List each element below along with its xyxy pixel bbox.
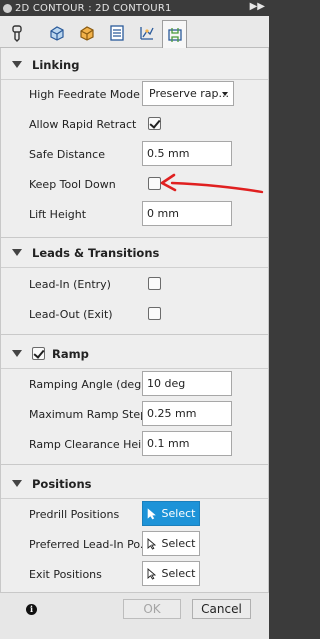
tab-geometry[interactable] [44, 20, 69, 45]
cancel-button[interactable]: Cancel [192, 599, 251, 619]
section-ramp-header[interactable]: Ramp [1, 339, 268, 369]
cursor-arrow-icon [147, 537, 156, 550]
preferred-lead-in-label: Preferred Lead-In Po... [29, 538, 151, 551]
allow-rapid-retract-checkbox[interactable] [148, 117, 161, 130]
tab-passes[interactable] [104, 20, 129, 45]
ramp-enable-checkbox[interactable] [32, 347, 45, 360]
exit-select-button[interactable]: Select [142, 561, 200, 586]
tab-bar [0, 16, 269, 48]
lift-height-label: Lift Height [29, 208, 87, 221]
lead-in-label: Lead-In (Entry) [29, 278, 111, 291]
collapse-caret-icon [12, 480, 22, 487]
window-title: 2D CONTOUR : 2D CONTOUR1 [15, 2, 172, 14]
lift-height-field[interactable]: 0 mm [142, 201, 232, 226]
window-title-bar: 2D CONTOUR : 2D CONTOUR1 ▶▶ [0, 0, 269, 16]
cursor-arrow-icon [147, 507, 156, 519]
predrill-select-button[interactable]: Select [142, 501, 200, 526]
chevron-down-icon [222, 92, 228, 96]
section-linking-header[interactable]: Linking [1, 50, 268, 80]
collapse-caret-icon [12, 249, 22, 256]
max-ramp-step-field[interactable]: 0.25 mm [142, 401, 232, 426]
predrill-positions-label: Predrill Positions [29, 508, 120, 521]
collapse-caret-icon [12, 350, 22, 357]
high-feedrate-mode-value: Preserve rap... [149, 87, 230, 100]
expand-icon[interactable]: ▶▶ [250, 1, 265, 12]
preferred-lead-in-select-label: Select [161, 537, 196, 550]
preferred-lead-in-select-button[interactable]: Select [142, 531, 200, 556]
tab-tool[interactable] [4, 20, 29, 45]
section-leads-header[interactable]: Leads & Transitions [1, 238, 268, 268]
lead-out-checkbox[interactable] [148, 307, 161, 320]
section-linking-title: Linking [32, 57, 80, 72]
exit-positions-label: Exit Positions [29, 568, 102, 581]
exit-select-label: Select [161, 567, 196, 580]
section-divider [1, 464, 268, 465]
collapse-caret-icon [12, 61, 22, 68]
section-leads-title: Leads & Transitions [32, 245, 160, 260]
linking-icon [139, 26, 154, 40]
info-icon[interactable]: i [26, 604, 37, 615]
high-feedrate-mode-select[interactable]: Preserve rap... [142, 81, 234, 106]
lead-in-checkbox[interactable] [148, 277, 161, 290]
keep-tool-down-label: Keep Tool Down [29, 178, 116, 191]
ramping-angle-label: Ramping Angle (deg) [29, 378, 146, 391]
section-positions-header[interactable]: Positions [1, 469, 268, 499]
tab-heights[interactable] [74, 20, 99, 45]
high-feedrate-mode-label: High Feedrate Mode [29, 88, 140, 101]
tab-linking[interactable] [134, 20, 159, 45]
ramp-clearance-label: Ramp Clearance Hei... [29, 438, 152, 451]
geometry-icon [49, 25, 64, 41]
lead-out-label: Lead-Out (Exit) [29, 308, 113, 321]
safe-distance-field[interactable]: 0.5 mm [142, 141, 232, 166]
cursor-arrow-icon [147, 567, 156, 580]
leads-icon [167, 27, 182, 42]
title-dot-icon [3, 3, 12, 13]
annotation-arrow-icon [160, 173, 264, 194]
allow-rapid-retract-label: Allow Rapid Retract [29, 118, 137, 131]
ok-button[interactable]: OK [123, 599, 181, 619]
properties-panel: Linking High Feedrate Mode Preserve rap.… [0, 48, 269, 592]
section-divider [1, 334, 268, 335]
section-positions-title: Positions [32, 476, 92, 491]
tab-leads[interactable] [162, 20, 187, 48]
tool-icon [11, 24, 22, 42]
ramp-clearance-field[interactable]: 0.1 mm [142, 431, 232, 456]
dialog-footer: i OK Cancel [0, 592, 269, 639]
passes-icon [109, 24, 124, 41]
max-ramp-step-label: Maximum Ramp Step... [29, 408, 158, 421]
heights-icon [79, 25, 94, 41]
safe-distance-label: Safe Distance [29, 148, 105, 161]
predrill-select-label: Select [161, 507, 196, 520]
ramping-angle-field[interactable]: 10 deg [142, 371, 232, 396]
section-ramp-title: Ramp [52, 346, 89, 361]
